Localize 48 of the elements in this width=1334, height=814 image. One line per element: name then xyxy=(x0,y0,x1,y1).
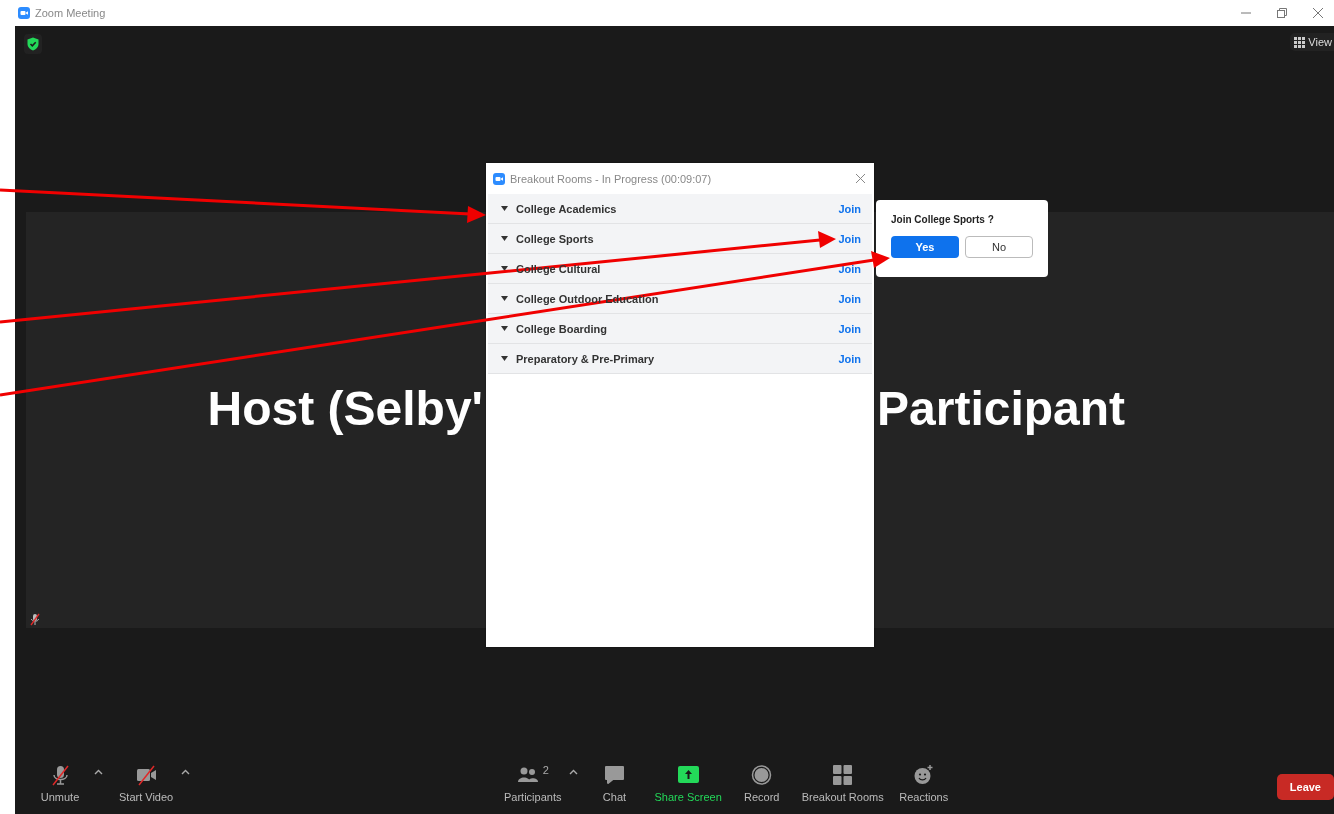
view-button[interactable]: View xyxy=(1290,33,1334,51)
caret-icon[interactable] xyxy=(569,769,579,775)
participant-name: Host (Selby' xyxy=(207,380,483,436)
join-link[interactable]: Join xyxy=(838,322,861,335)
join-link[interactable]: Join xyxy=(838,262,861,275)
caret-icon[interactable] xyxy=(501,236,508,241)
app-logo-icon xyxy=(18,7,30,19)
close-icon[interactable] xyxy=(1312,7,1324,19)
security-button[interactable] xyxy=(24,34,42,54)
grid-icon xyxy=(1294,36,1306,48)
caret-icon[interactable] xyxy=(501,356,508,361)
leave-button[interactable]: Leave xyxy=(1276,774,1334,800)
caret-icon[interactable] xyxy=(501,266,508,271)
room-name: College Boarding xyxy=(516,322,609,335)
caret-icon[interactable] xyxy=(94,769,103,775)
room-row[interactable]: College Academics Join xyxy=(488,194,872,224)
toolbar-button[interactable]: Unmute xyxy=(30,758,90,803)
room-name: College Sports xyxy=(516,232,595,245)
join-link[interactable]: Join xyxy=(838,292,861,305)
dialog-title: Breakout Rooms - In Progress (00:09:07) xyxy=(510,172,713,185)
caret-icon[interactable] xyxy=(501,326,508,331)
join-link[interactable]: Join xyxy=(838,232,861,245)
caret-icon[interactable] xyxy=(181,769,191,775)
yes-button[interactable]: Yes xyxy=(891,236,959,258)
room-row[interactable]: College Boarding Join xyxy=(488,314,872,344)
no-button[interactable]: No xyxy=(965,236,1033,258)
room-row[interactable]: Preparatory & Pre-Primary Join xyxy=(488,344,872,374)
shield-icon xyxy=(27,37,39,51)
caret-icon[interactable] xyxy=(501,296,508,301)
join-link[interactable]: Join xyxy=(838,202,861,215)
restore-icon[interactable] xyxy=(1276,7,1288,19)
toolbar-button[interactable]: Start Video xyxy=(115,758,178,803)
app-logo-icon xyxy=(493,172,505,185)
close-icon[interactable] xyxy=(855,173,866,184)
room-row[interactable]: College Sports Join xyxy=(488,224,872,254)
toolbar-button[interactable]: Reactions xyxy=(893,758,954,803)
room-name: Preparatory & Pre-Primary xyxy=(516,352,656,365)
toolbar-button[interactable]: Share Screen xyxy=(650,758,726,803)
popover-question: Join College Sports ? xyxy=(891,214,995,225)
toolbar-button[interactable]: Chat xyxy=(584,758,645,803)
window-title: Zoom Meeting xyxy=(35,7,106,19)
participant-name: Participant xyxy=(877,380,1126,436)
room-name: College Academics xyxy=(516,202,618,215)
toolbar-button[interactable]: Breakout Rooms xyxy=(797,758,888,803)
participant-count: 2 xyxy=(542,764,549,776)
toolbar-button[interactable]: 2 Participants xyxy=(500,758,566,803)
join-link[interactable]: Join xyxy=(838,352,861,365)
toolbar-button[interactable]: Record xyxy=(731,758,792,803)
